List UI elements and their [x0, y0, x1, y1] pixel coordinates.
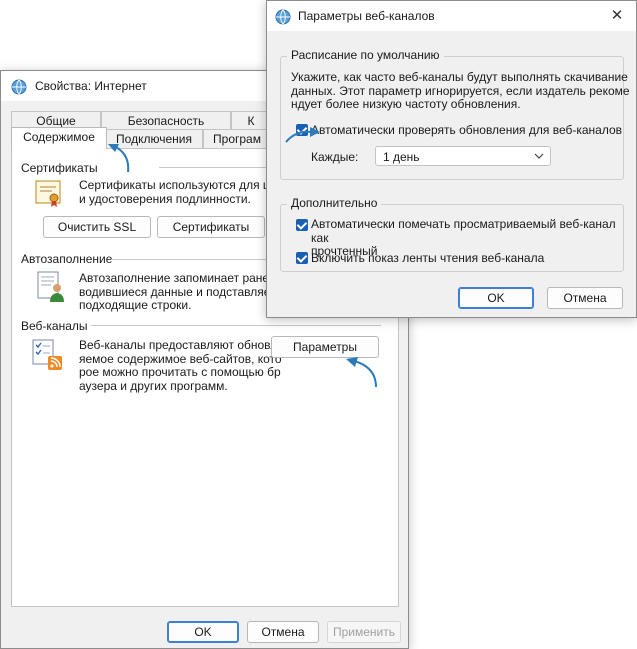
schedule-text-line-2: данных. Этот параметр игнорируется, если…: [291, 83, 630, 98]
reading-view-label[interactable]: Включить показ ленты чтения веб-канала: [311, 251, 544, 265]
tab-security[interactable]: Безопасность: [101, 111, 231, 130]
feeds-settings-label: Параметры: [293, 340, 357, 354]
globe-icon: [11, 79, 27, 95]
dialog-titlebar[interactable]: Параметры веб-каналов ✕: [267, 1, 636, 31]
every-dropdown-value: 1 день: [383, 150, 420, 164]
schedule-legend: Расписание по умолчанию: [287, 48, 444, 62]
certificates-text-line-2: и удостоверения подлинности.: [79, 191, 251, 206]
reading-view-checkbox[interactable]: [296, 252, 308, 264]
dialog-ok-button[interactable]: OK: [458, 287, 534, 309]
auto-check-updates-label[interactable]: Автоматически проверять обновления для в…: [311, 123, 622, 137]
autocomplete-icon: [37, 271, 64, 302]
schedule-text-line-1: Укажите, как часто веб-каналы будут выпо…: [291, 70, 628, 84]
dialog-cancel-label: Отмена: [563, 291, 607, 305]
feeds-separator: [91, 325, 381, 326]
dialog-close-icon[interactable]: ✕: [602, 3, 632, 29]
globe-icon: [275, 9, 291, 25]
certificates-button-label: Сертификаты: [172, 220, 250, 234]
clear-ssl-button[interactable]: Очистить SSL: [43, 216, 151, 238]
feeds-text-line-4: аузера и других программ.: [79, 378, 228, 393]
certificate-icon: [35, 180, 61, 207]
main-apply-button[interactable]: Применить: [327, 621, 401, 643]
feeds-text-line-3: рое можно прочитать с помощью бр: [79, 365, 281, 379]
tab-programs-label: Програм: [213, 132, 261, 146]
main-ok-button[interactable]: OK: [167, 621, 239, 643]
feeds-description: Веб-каналы предоставляют обновл яемое со…: [79, 338, 282, 393]
tab-general-label: Общие: [36, 114, 76, 128]
tab-privacy[interactable]: К: [231, 111, 271, 130]
certificates-button[interactable]: Сертификаты: [157, 216, 265, 238]
tab-privacy-label: К: [247, 114, 255, 128]
main-cancel-label: Отмена: [261, 625, 305, 639]
main-cancel-button[interactable]: Отмена: [247, 621, 319, 643]
every-dropdown[interactable]: 1 день: [375, 146, 551, 166]
autocomplete-text-line-3: подходящие строки.: [79, 298, 192, 312]
mark-read-label-line-1: Автоматически помечать просматриваемый в…: [311, 217, 616, 245]
feeds-heading: Веб-каналы: [21, 319, 88, 333]
tab-programs[interactable]: Програм: [203, 129, 271, 148]
main-ok-label: OK: [194, 625, 212, 639]
arrow-to-auto-check-icon: [285, 127, 320, 143]
schedule-text-line-3: ндует более низкую частоту обновления.: [291, 97, 521, 111]
arrow-to-settings-button-icon: [346, 357, 377, 388]
every-label: Каждые:: [311, 150, 359, 164]
main-window-title: Свойства: Интернет: [35, 79, 147, 93]
autocomplete-heading: Автозаполнение: [21, 252, 113, 266]
tab-content[interactable]: Содержимое: [11, 127, 107, 149]
feed-settings-dialog: Параметры веб-каналов ✕ Расписание по ум…: [266, 0, 637, 318]
tab-content-label: Содержимое: [23, 130, 95, 144]
autocomplete-separator: [111, 259, 267, 260]
advanced-legend: Дополнительно: [287, 196, 382, 210]
dialog-cancel-button[interactable]: Отмена: [547, 287, 623, 309]
chevron-down-icon: [534, 153, 544, 159]
autocomplete-text-line-1: Автозаполнение запоминает ранее в: [79, 271, 286, 285]
dialog-ok-label: OK: [487, 291, 505, 305]
certificates-description: Сертификаты используются для шиф и удост…: [79, 178, 290, 206]
mark-read-checkbox[interactable]: [296, 219, 308, 231]
clear-ssl-label: Очистить SSL: [57, 220, 137, 234]
certificates-heading: Сертификаты: [21, 161, 98, 175]
main-apply-label: Применить: [332, 625, 395, 639]
feeds-icon: [32, 339, 62, 370]
feeds-text-line-1: Веб-каналы предоставляют обновл: [79, 338, 278, 352]
autocomplete-description: Автозаполнение запоминает ранее в водивш…: [79, 271, 286, 313]
certificates-text-line-1: Сертификаты используются для шиф: [79, 178, 290, 192]
autocomplete-text-line-2: водившиеся данные и подставляет: [79, 284, 276, 299]
tab-security-label: Безопасность: [127, 114, 205, 128]
dialog-title: Параметры веб-каналов: [298, 9, 435, 23]
feeds-text-line-2: яемое содержимое веб-сайтов, кото: [79, 351, 282, 366]
schedule-description: Укажите, как часто веб-каналы будут выпо…: [291, 70, 630, 112]
